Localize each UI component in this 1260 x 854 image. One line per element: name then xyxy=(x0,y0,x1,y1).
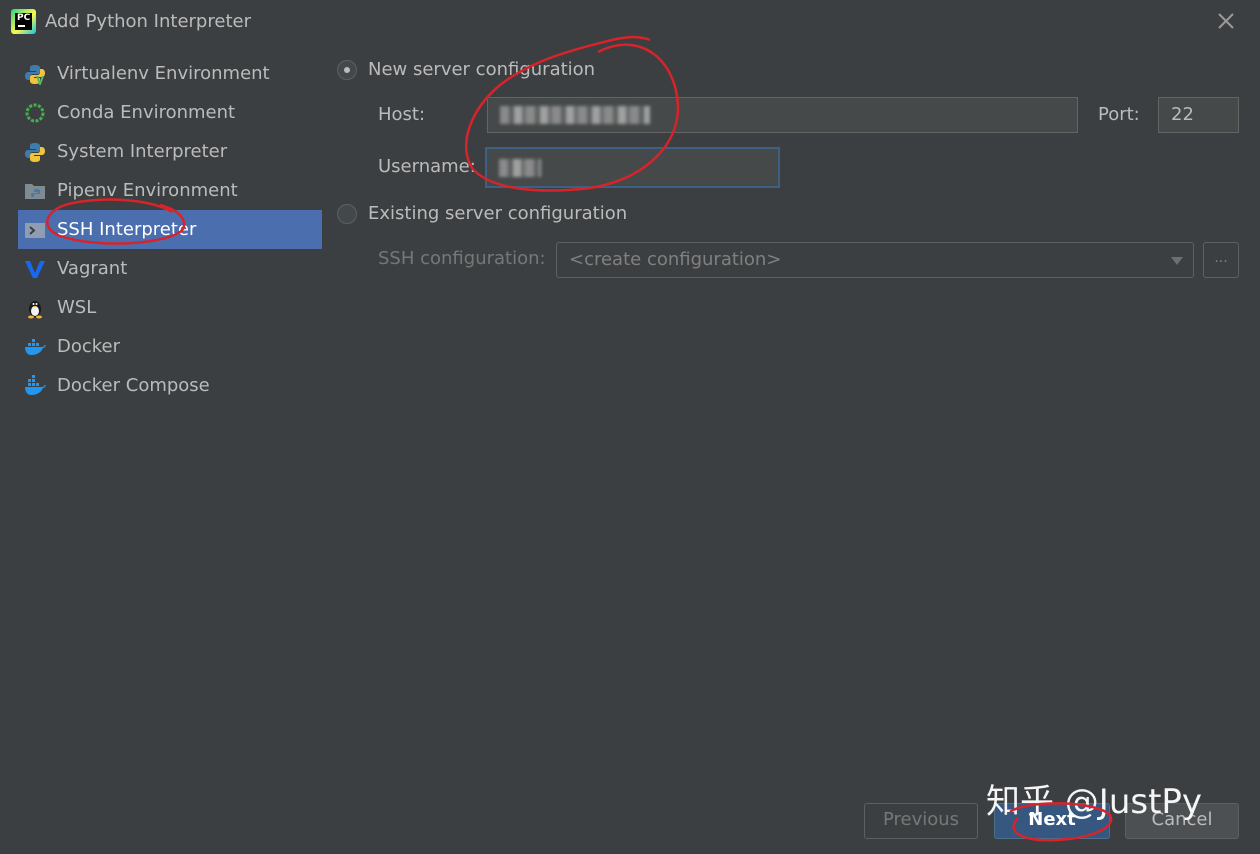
new-server-radio-label: New server configuration xyxy=(368,59,596,80)
sidebar-item-label: Docker xyxy=(57,336,121,357)
sidebar-item-label: Conda Environment xyxy=(57,102,236,123)
new-server-radio[interactable] xyxy=(337,60,357,80)
port-input[interactable]: 22 xyxy=(1158,97,1239,133)
linux-penguin-icon xyxy=(28,301,42,319)
pycharm-app-icon: PC xyxy=(11,9,36,34)
ssh-configuration-value: <create configuration> xyxy=(569,249,782,270)
window-title: Add Python Interpreter xyxy=(45,11,251,32)
title-bar: PC Add Python Interpreter xyxy=(0,0,1260,44)
sidebar-item-docker[interactable]: Docker xyxy=(18,327,322,366)
username-input[interactable] xyxy=(485,147,780,188)
sidebar-item-label: Pipenv Environment xyxy=(57,180,238,201)
host-label: Host: xyxy=(378,104,426,125)
sidebar-item-label: Vagrant xyxy=(57,258,128,279)
sidebar-item-pipenv[interactable]: Pipenv Environment xyxy=(18,171,322,210)
sidebar-item-virtualenv[interactable]: Virtualenv Environment xyxy=(18,54,322,93)
sidebar-item-system-interpreter[interactable]: System Interpreter xyxy=(18,132,322,171)
app-icon-text: PC xyxy=(17,13,31,23)
ssh-configuration-label: SSH configuration: xyxy=(378,248,546,269)
pipenv-folder-icon xyxy=(25,184,45,199)
python-virtualenv-icon xyxy=(25,65,45,85)
sidebar-item-label: WSL xyxy=(57,297,97,318)
existing-server-radio[interactable] xyxy=(337,204,357,224)
sidebar-item-docker-compose[interactable]: Docker Compose xyxy=(18,366,322,405)
python-icon xyxy=(25,143,45,162)
sidebar-item-conda[interactable]: Conda Environment xyxy=(18,93,322,132)
vagrant-icon xyxy=(25,261,45,278)
sidebar-item-label: System Interpreter xyxy=(57,141,228,162)
chevron-down-icon xyxy=(1171,257,1183,265)
ssh-terminal-icon xyxy=(25,223,45,238)
sidebar-item-label: Virtualenv Environment xyxy=(57,63,270,84)
sidebar-item-label: Docker Compose xyxy=(57,375,210,396)
redacted-username-value xyxy=(499,159,541,177)
port-label: Port: xyxy=(1098,104,1140,125)
host-input[interactable] xyxy=(487,97,1078,133)
ssh-configuration-select[interactable]: <create configuration> xyxy=(556,242,1194,278)
sidebar-item-wsl[interactable]: WSL xyxy=(18,288,322,327)
zhihu-watermark: 知乎 @JustPy xyxy=(986,782,1203,822)
browse-button[interactable]: ... xyxy=(1203,242,1239,278)
docker-compose-icon xyxy=(25,375,46,395)
sidebar-item-vagrant[interactable]: Vagrant xyxy=(18,249,322,288)
previous-button[interactable]: Previous xyxy=(864,803,978,839)
username-label: Username: xyxy=(378,156,476,177)
conda-icon xyxy=(25,103,45,123)
sidebar-item-label: SSH Interpreter xyxy=(57,219,197,240)
close-icon[interactable] xyxy=(1213,8,1239,34)
sidebar-item-ssh-interpreter[interactable]: SSH Interpreter xyxy=(18,210,322,249)
docker-icon xyxy=(25,339,46,355)
existing-server-radio-label: Existing server configuration xyxy=(368,203,628,224)
redacted-host-value xyxy=(500,106,650,124)
